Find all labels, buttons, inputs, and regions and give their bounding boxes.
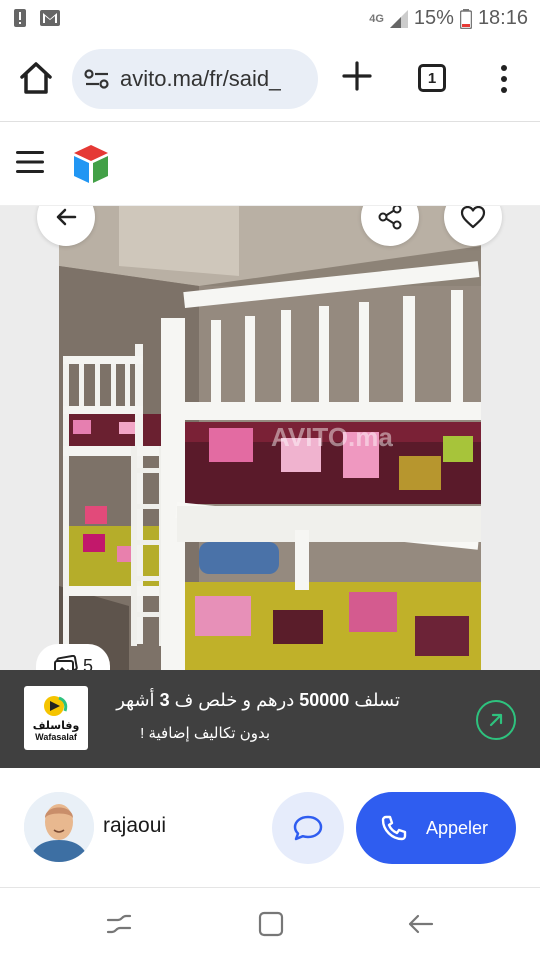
ad-headline-part1: تسلف [349,690,400,710]
photo-watermark: AVITO.ma [271,422,393,452]
new-tab-icon[interactable] [341,60,373,92]
seller-name[interactable]: rajaoui [103,814,166,838]
url-text[interactable]: avito.ma/fr/said_ [120,66,281,92]
wafasalaf-logo: وفاسلف Wafasalaf [24,686,88,750]
status-bar: 4G 15% 18:16 [0,0,540,38]
chat-bubble-icon [293,815,323,841]
ad-banner[interactable]: وفاسلف Wafasalaf تسلف 50000 درهم و خلص ف… [0,670,540,768]
back-nav-icon[interactable] [406,909,436,939]
system-navigation-bar [0,889,540,960]
clock: 18:16 [477,7,528,29]
person-avatar-icon [24,792,94,862]
battery-percent: 15% [413,7,454,29]
ad-headline-part2: درهم و خلص ف [169,690,300,710]
seller-avatar[interactable] [24,792,94,862]
ad-brand-arabic: وفاسلف [32,719,80,732]
browser-toolbar: avito.ma/fr/said_ 1 [0,38,540,122]
more-menu-icon[interactable] [498,64,510,94]
site-settings-icon[interactable] [84,68,110,90]
tab-switcher-button[interactable]: 1 [418,64,446,92]
ad-open-button[interactable] [476,700,516,740]
ad-subline: بدون تكاليف إضافية ! [140,725,270,742]
share-icon [378,206,402,230]
heart-icon [460,206,486,229]
avito-logo[interactable] [70,143,112,185]
ad-headline-months: 3 [159,690,170,710]
chat-button[interactable] [272,792,344,864]
tab-count: 1 [427,69,437,87]
ad-headline: تسلف 50000 درهم و خلص ف 3 أشهر [100,690,400,711]
arrow-up-right-icon [489,713,503,727]
bunk-bed-photo: AVITO.ma [59,206,481,670]
listing-photo[interactable]: AVITO.ma [59,206,481,670]
recent-apps-icon[interactable] [104,909,134,939]
call-button-label: Appeler [426,817,489,838]
site-header [0,122,540,206]
call-button[interactable]: Appeler [356,792,516,864]
ad-headline-amount: 50000 [299,690,350,710]
listing-photo-gallery[interactable]: AVITO.ma [0,206,540,670]
gmail-icon [40,10,60,26]
wafasalaf-mark-icon [44,695,68,716]
hamburger-menu-icon[interactable] [16,150,44,174]
battery-icon [459,8,472,29]
home-nav-icon[interactable] [256,909,286,939]
address-bar[interactable]: avito.ma/fr/said_ [72,49,318,109]
signal-icon [389,9,408,28]
phone-icon [381,815,407,841]
seller-contact-bar: rajaoui Appeler [0,768,540,888]
alert-icon [14,9,26,27]
network-type: 4G [369,12,384,25]
arrow-left-icon [56,208,77,226]
ad-headline-part3: أشهر [116,690,160,710]
ad-brand-name: Wafasalaf [35,731,77,742]
home-icon[interactable] [18,60,54,96]
